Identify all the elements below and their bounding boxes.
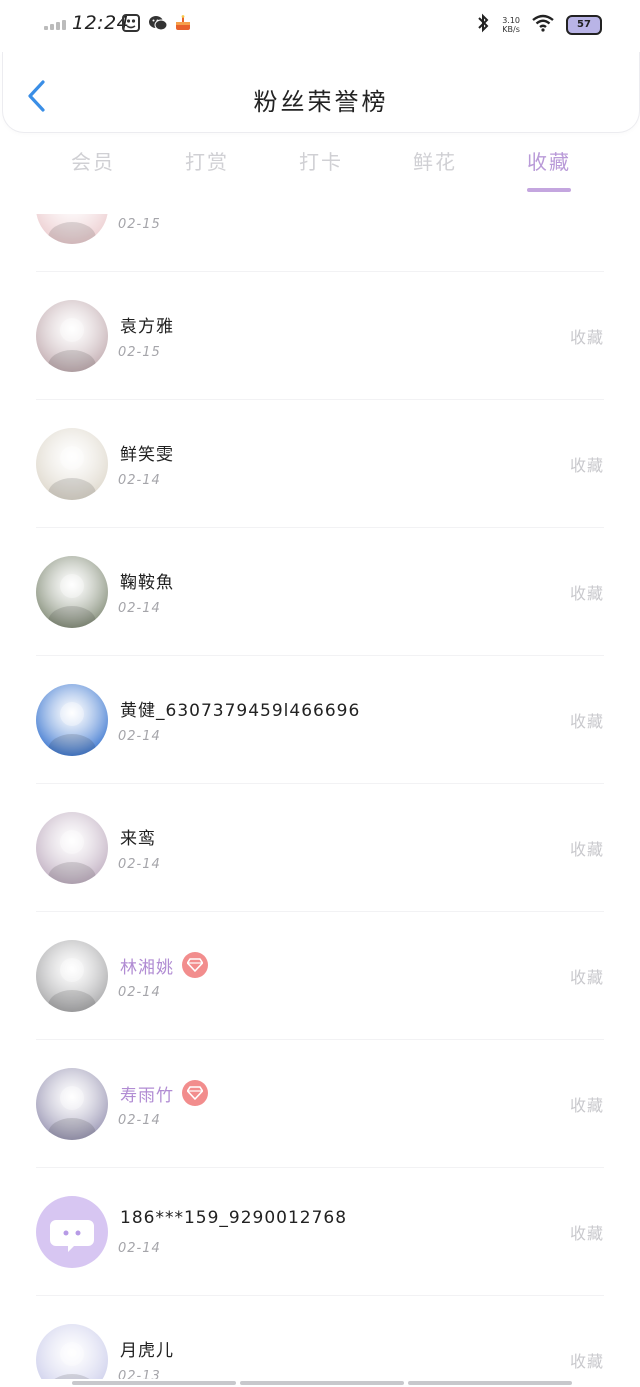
user-photo-icon (36, 940, 108, 1012)
tab-tip[interactable]: 打赏 (150, 146, 264, 196)
user-name: 黄健_6307379459l466696 (120, 701, 361, 721)
user-photo-icon (36, 428, 108, 500)
user-photo-icon (36, 812, 108, 884)
avatar[interactable] (36, 940, 108, 1012)
date-label: 02-14 (118, 985, 161, 1000)
favorite-label: 收藏 (569, 584, 604, 603)
user-photo-icon (36, 300, 108, 372)
tab-member[interactable]: 会员 (36, 146, 150, 196)
favorite-label: 收藏 (569, 1224, 604, 1243)
user-name: 鞠鞍魚 (120, 573, 174, 593)
default-avatar-icon (36, 1196, 108, 1268)
avatar[interactable] (36, 1324, 108, 1379)
tab-bar: 会员 打赏 打卡 鲜花 收藏 (36, 146, 606, 196)
date-label: 02-14 (118, 601, 161, 616)
navigation-header: 粉丝荣誉榜 (2, 52, 640, 133)
avatar[interactable] (36, 1068, 108, 1140)
cake-icon (174, 14, 192, 32)
date-label: 02-13 (118, 1369, 161, 1379)
status-time: 12:24 (72, 12, 130, 34)
avatar[interactable] (36, 684, 108, 756)
avatar[interactable] (36, 1196, 108, 1268)
list-item[interactable]: 02-15 (0, 214, 640, 272)
user-photo-icon (36, 684, 108, 756)
list-item[interactable]: 鲜笑雯 02-14 收藏 (0, 400, 640, 528)
user-name: 林湘姚 (120, 957, 174, 978)
list-item[interactable]: 袁方雅 02-15 收藏 (0, 272, 640, 400)
page-title: 粉丝荣誉榜 (253, 88, 389, 116)
favorite-label: 收藏 (569, 1096, 604, 1115)
user-photo-icon (36, 556, 108, 628)
tab-checkin[interactable]: 打卡 (264, 146, 378, 196)
avatar[interactable] (36, 428, 108, 500)
avatar[interactable] (36, 300, 108, 372)
list-item[interactable]: 来鸾 02-14 收藏 (0, 784, 640, 912)
favorite-label: 收藏 (569, 328, 604, 347)
user-photo-icon (36, 1068, 108, 1140)
user-name: 来鸾 (120, 829, 156, 849)
favorite-label: 收藏 (569, 968, 604, 987)
scroll-indicator (72, 1381, 572, 1385)
fan-list[interactable]: 02-15 袁方雅 02-15 收藏 鲜笑雯 02-14 收藏 鞠鞍魚 02-14 收藏 黄健_63… (0, 214, 640, 1379)
date-label: 02-14 (118, 729, 161, 744)
user-name: 袁方雅 (120, 317, 174, 337)
user-name: 鲜笑雯 (120, 445, 174, 465)
wifi-icon (532, 14, 554, 36)
list-item[interactable]: 月虎儿 02-13 收藏 (0, 1296, 640, 1379)
avatar[interactable] (36, 556, 108, 628)
date-label: 02-14 (118, 473, 161, 488)
signal-icon (44, 20, 66, 30)
favorite-label: 收藏 (569, 840, 604, 859)
diamond-icon (182, 1080, 208, 1106)
battery-indicator: 57 (566, 15, 602, 35)
list-item[interactable]: 186***159_9290012768 02-14 收藏 (0, 1168, 640, 1296)
favorite-label: 收藏 (569, 456, 604, 475)
date-label: 02-15 (118, 345, 161, 360)
tab-flowers[interactable]: 鲜花 (378, 146, 492, 196)
app-screen: 12:24 3.10 KB/s 57 粉丝荣誉榜 会员 打赏 打卡 鲜花 收藏 … (0, 0, 640, 1387)
user-photo-icon (36, 1324, 108, 1379)
date-label: 02-14 (118, 1241, 161, 1256)
favorite-label: 收藏 (569, 712, 604, 731)
date-label: 02-15 (118, 217, 161, 232)
bluetooth-icon (476, 13, 490, 37)
wechat-icon (148, 14, 168, 32)
list-item[interactable]: 林湘姚 02-14 收藏 (0, 912, 640, 1040)
avatar[interactable] (36, 812, 108, 884)
user-name: 186***159_9290012768 (120, 1208, 348, 1228)
date-label: 02-14 (118, 1113, 161, 1128)
user-name: 月虎儿 (120, 1341, 174, 1361)
tab-favorites[interactable]: 收藏 (492, 146, 606, 196)
date-label: 02-14 (118, 857, 161, 872)
list-item[interactable]: 寿雨竹 02-14 收藏 (0, 1040, 640, 1168)
status-bar: 12:24 3.10 KB/s 57 (0, 0, 640, 50)
favorite-label: 收藏 (569, 1352, 604, 1371)
avatar[interactable] (36, 214, 108, 244)
list-item[interactable]: 黄健_6307379459l466696 02-14 收藏 (0, 656, 640, 784)
user-name: 寿雨竹 (120, 1085, 174, 1106)
diamond-icon (182, 952, 208, 978)
active-tab-indicator (527, 188, 571, 192)
network-speed: 3.10 KB/s (502, 16, 520, 34)
user-photo-icon (36, 214, 108, 244)
list-item[interactable]: 鞠鞍魚 02-14 收藏 (0, 528, 640, 656)
gallery-icon (122, 14, 140, 32)
